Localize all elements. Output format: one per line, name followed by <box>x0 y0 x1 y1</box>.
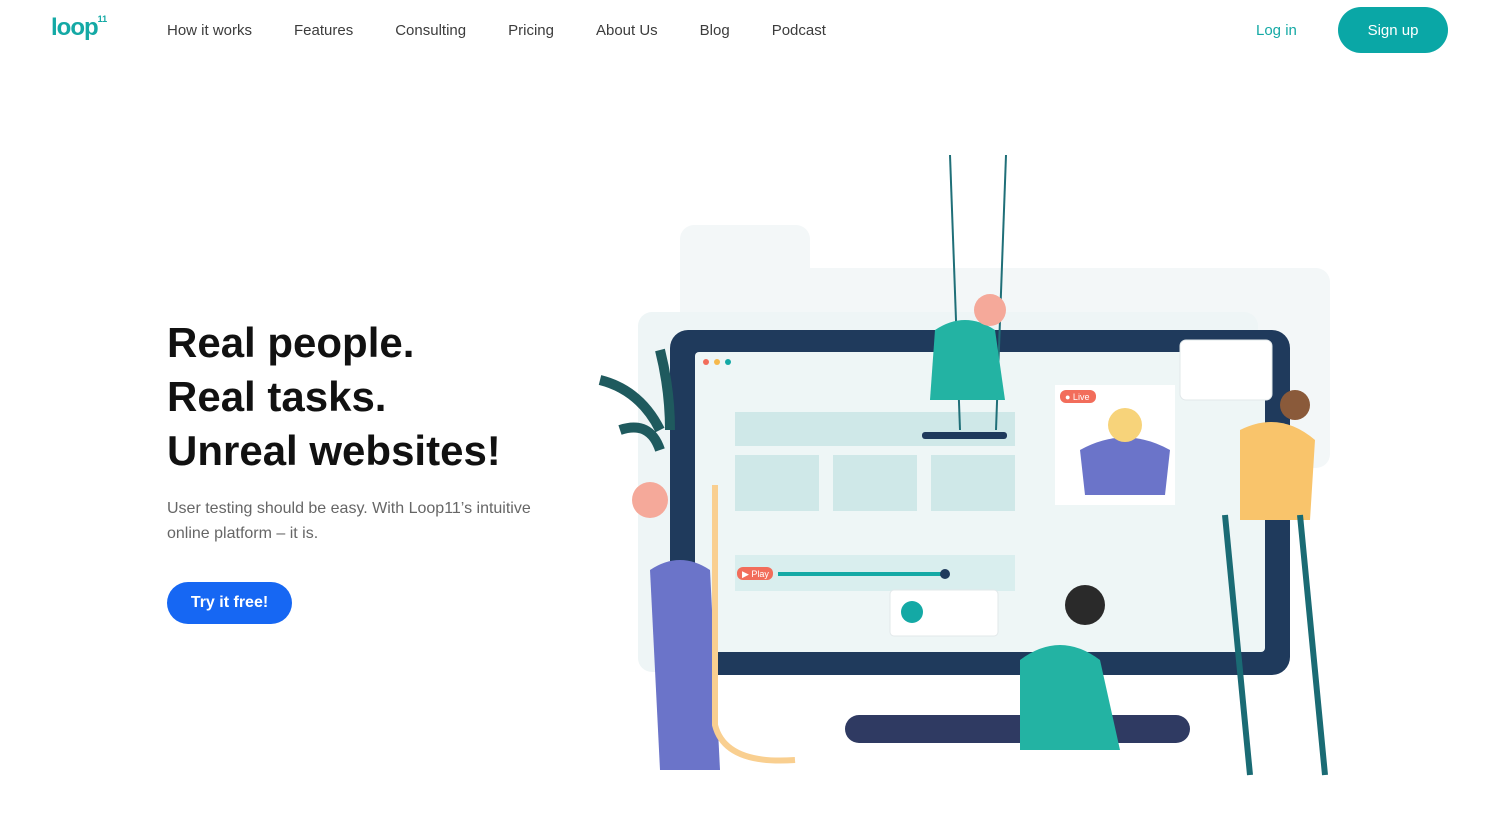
monitor-stand <box>845 715 1190 743</box>
logo-text: loop <box>51 14 99 41</box>
hero-line-1: Real people. <box>167 319 415 366</box>
person-on-swing <box>930 320 1005 400</box>
nav-blog[interactable]: Blog <box>700 22 730 39</box>
swing-seat <box>922 432 1007 439</box>
person-ladder <box>1240 422 1315 520</box>
hero-illustration: ▶ Play ● Live <box>598 154 1330 776</box>
logo-sup: 11 <box>97 14 108 24</box>
screen-block <box>735 412 1015 446</box>
nav-features[interactable]: Features <box>294 22 353 39</box>
nav-pricing[interactable]: Pricing <box>508 22 554 39</box>
nav-consulting[interactable]: Consulting <box>395 22 466 39</box>
login-link[interactable]: Log in <box>1256 22 1297 39</box>
live-label: ● Live <box>1065 392 1089 402</box>
chat-bubble <box>1179 339 1273 401</box>
top-nav: loop11 How it works Features Consulting … <box>0 0 1500 62</box>
nav-menu: How it works Features Consulting Pricing… <box>167 22 868 39</box>
nav-how-it-works[interactable]: How it works <box>167 22 252 39</box>
hero-line-3: Unreal websites! <box>167 427 501 474</box>
play-label: ▶ Play <box>742 569 769 579</box>
nav-podcast[interactable]: Podcast <box>772 22 826 39</box>
signup-button[interactable]: Sign up <box>1338 7 1448 53</box>
person-measuring <box>650 560 720 770</box>
nav-about-us[interactable]: About Us <box>596 22 658 39</box>
hero-line-2: Real tasks. <box>167 373 387 420</box>
try-free-button[interactable]: Try it free! <box>167 582 292 624</box>
hero-subtitle: User testing should be easy. With Loop11… <box>167 500 531 542</box>
hero-title: Real people. Real tasks. Unreal websites! <box>167 316 501 478</box>
person-live <box>1080 437 1170 495</box>
logo[interactable]: loop11 <box>51 14 107 42</box>
